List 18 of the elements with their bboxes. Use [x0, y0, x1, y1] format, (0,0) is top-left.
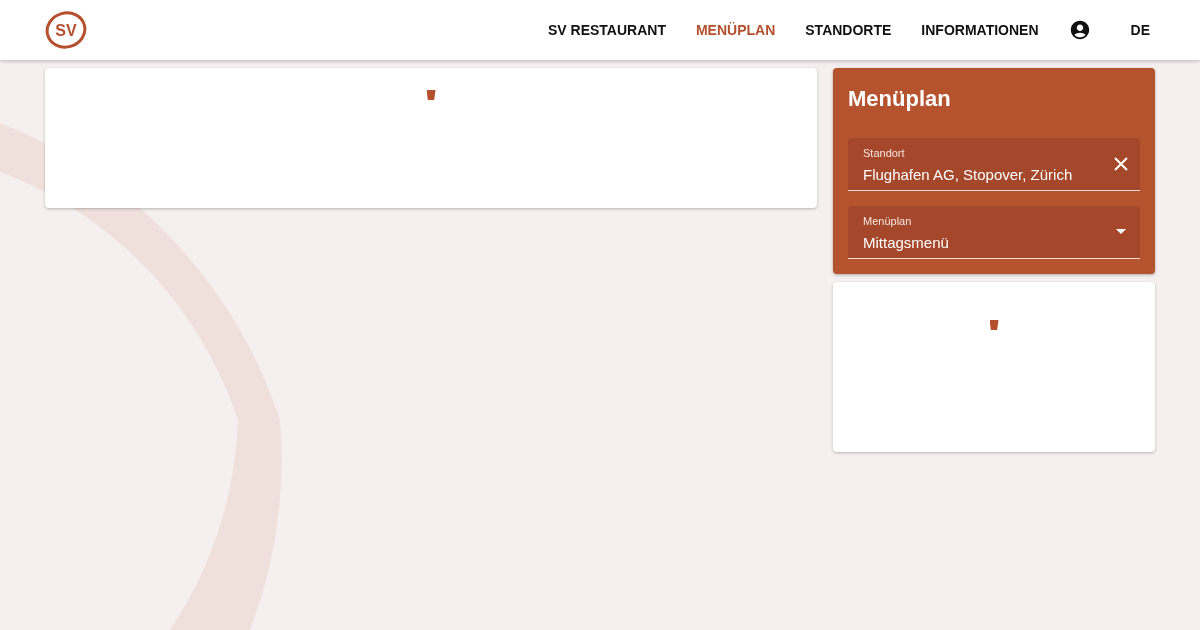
- field-value: Flughafen AG, Stopover, Zürich: [863, 164, 1073, 185]
- panel-title: Menüplan: [848, 85, 952, 113]
- field-label: Standort: [863, 146, 905, 161]
- language-selector[interactable]: DE: [1130, 19, 1150, 41]
- select-field[interactable]: Menüplan Mittagsmenü: [848, 206, 1140, 259]
- input-field[interactable]: Standort Flughafen AG, Stopover, Zürich: [848, 138, 1140, 191]
- logo[interactable]: SV: [45, 10, 87, 50]
- nav-link[interactable]: STANDORTE: [805, 19, 892, 41]
- account-icon[interactable]: [1068, 19, 1091, 41]
- nav-link[interactable]: MENÜPLAN: [695, 19, 776, 41]
- nav-link[interactable]: INFORMATIONEN: [921, 19, 1039, 41]
- nav-link[interactable]: SV RESTAURANT: [547, 19, 666, 41]
- loading-indicator: [989, 320, 999, 330]
- loading-indicator: [426, 90, 436, 100]
- field-label: Menüplan: [863, 214, 912, 229]
- close-icon[interactable]: [1114, 157, 1128, 171]
- field-value: Mittagsmenü: [863, 232, 949, 253]
- dropdown-caret-icon[interactable]: [1116, 229, 1126, 234]
